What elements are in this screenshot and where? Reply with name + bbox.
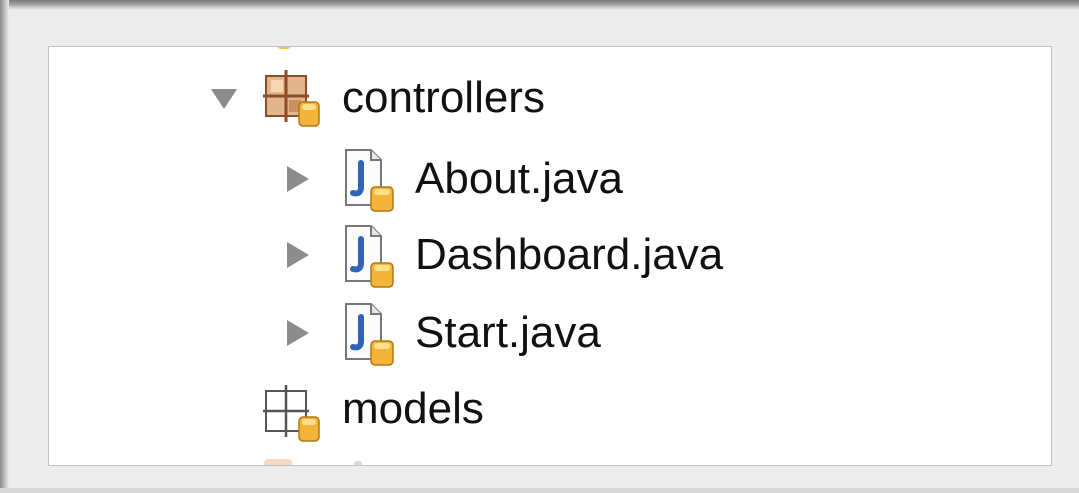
java-file-icon: [345, 149, 394, 212]
disclosure-triangle-collapsed-icon[interactable]: [285, 164, 311, 194]
disclosure-triangle-collapsed-icon[interactable]: [285, 240, 311, 270]
java-file-icon: [345, 303, 394, 366]
tree-item-label: models: [342, 384, 484, 433]
java-file-icon: [345, 225, 394, 288]
tree-item-models[interactable]: models: [259, 379, 619, 442]
empty-package-icon: [263, 385, 320, 442]
window-bottom-edge: [0, 488, 1079, 493]
clipped-item-above: [239, 47, 309, 51]
project-explorer-tree[interactable]: controllers About.java Dashboard.java St…: [48, 46, 1052, 466]
window-left-edge: [0, 0, 9, 493]
tree-item-dashboard-java[interactable]: Dashboard.java: [285, 225, 805, 288]
tree-item-controllers[interactable]: controllers: [209, 68, 629, 128]
tree-item-start-java[interactable]: Start.java: [285, 303, 705, 366]
disclosure-triangle-expanded-icon[interactable]: [209, 87, 239, 111]
clipped-item-below: [264, 455, 374, 465]
window-top-edge: [0, 0, 1079, 10]
tree-item-label: Dashboard.java: [415, 230, 724, 279]
tree-item-about-java[interactable]: About.java: [285, 149, 705, 212]
tree-item-label: controllers: [342, 73, 545, 122]
package-icon: [263, 70, 320, 127]
tree-item-label: Start.java: [415, 308, 601, 357]
tree-item-label: About.java: [415, 154, 623, 203]
disclosure-triangle-collapsed-icon[interactable]: [285, 318, 311, 348]
